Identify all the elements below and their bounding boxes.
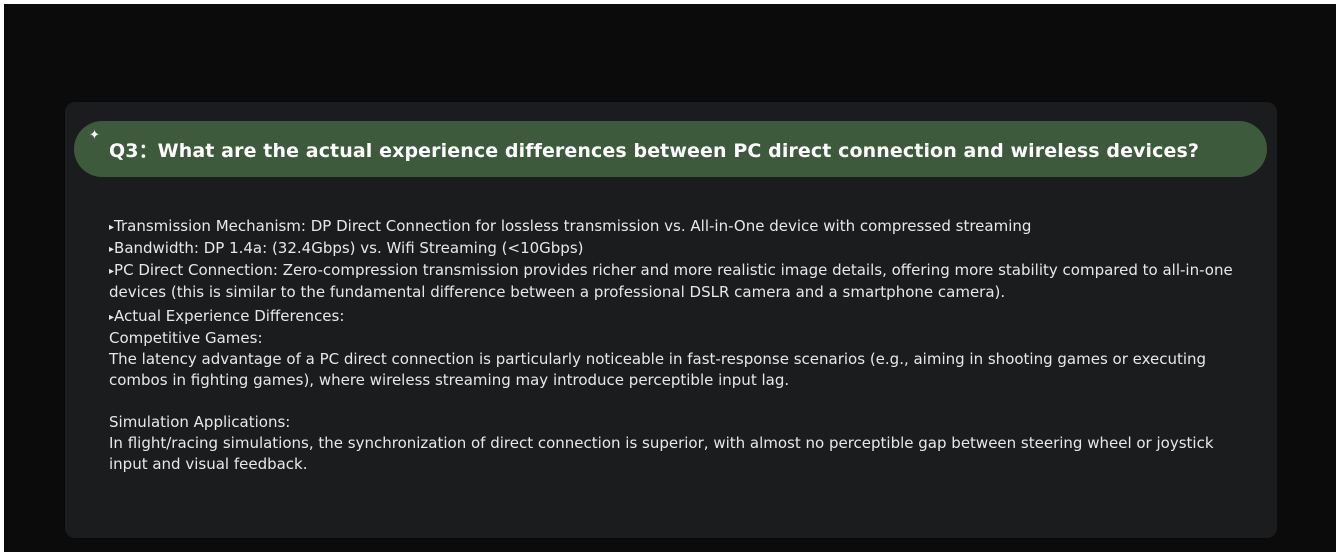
question-title: Q3：What are the actual experience differ…: [109, 139, 1200, 162]
answer-actual-heading: ▸Actual Experience Differences:: [109, 307, 345, 325]
competitive-heading: Competitive Games:: [109, 329, 263, 347]
answer-bandwidth: ▸Bandwidth: DP 1.4a: (32.4Gbps) vs. Wifi…: [109, 239, 584, 257]
answer-transmission: ▸Transmission Mechanism: DP Direct Conne…: [109, 217, 1032, 235]
competitive-text: The latency advantage of a PC direct con…: [109, 350, 1207, 389]
simulation-heading: Simulation Applications:: [109, 413, 291, 431]
question-header: ✦ Q3：What are the actual experience diff…: [74, 121, 1267, 177]
dark-frame: ✦ Q3：What are the actual experience diff…: [4, 4, 1336, 552]
sparkle-icon: ✦: [89, 128, 100, 143]
simulation-text: In flight/racing simulations, the synchr…: [109, 434, 1214, 473]
answer-pc-direct: ▸PC Direct Connection: Zero-compression …: [109, 261, 1233, 301]
answer-body: ▸Transmission Mechanism: DP Direct Conne…: [109, 216, 1239, 475]
faq-card: ✦ Q3：What are the actual experience diff…: [65, 102, 1277, 538]
